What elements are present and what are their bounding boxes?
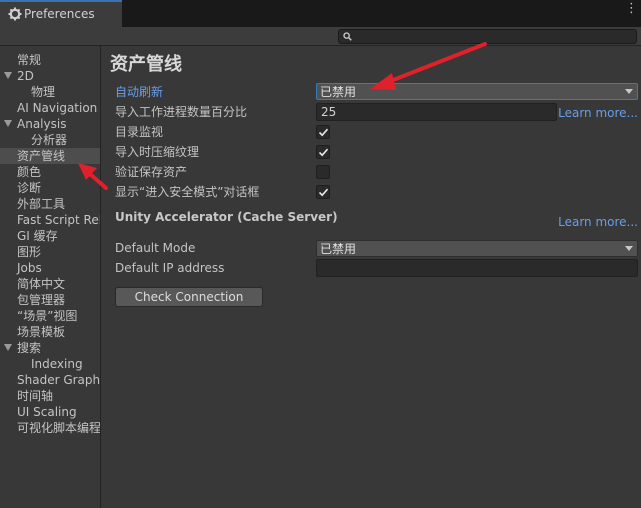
sidebar-item-label: Fast Script Reload [17, 213, 101, 227]
default-mode-label: Default Mode [115, 241, 196, 255]
expand-arrow-icon[interactable] [4, 120, 12, 127]
sidebar-item-label: 外部工具 [17, 197, 66, 211]
search-icon [343, 32, 352, 41]
import-worker-value: 25 [321, 105, 337, 119]
sidebar-item[interactable]: 资产管线 [0, 148, 100, 164]
directory-monitoring-label: 目录监视 [115, 125, 164, 139]
sidebar-item-label: 包管理器 [17, 293, 66, 307]
safe-mode-dialog-label: 显示“进入安全模式”对话框 [115, 185, 260, 199]
chevron-down-icon [625, 89, 633, 94]
checkmark-icon [318, 188, 329, 197]
chevron-down-icon [625, 246, 633, 251]
sidebar-item-label: 场景模板 [17, 325, 66, 339]
sidebar-item-label: 物理 [31, 85, 56, 99]
accelerator-learn-more-link[interactable]: Learn more... [558, 214, 638, 230]
import-worker-label: 导入工作进程数量百分比 [115, 105, 248, 119]
main-panel: 资产管线 自动刷新 已禁用 导入工作进程数量百分比 25 Learn more.… [102, 46, 641, 508]
checkmark-icon [318, 128, 329, 137]
default-ip-field[interactable] [316, 259, 638, 277]
title-bar: Preferences ⋮ [0, 0, 641, 27]
sidebar-item-label: 可视化脚本编程 [17, 421, 101, 435]
sidebar-item-label: Indexing [31, 357, 83, 371]
sidebar-item[interactable]: 时间轴 [0, 388, 100, 404]
compress-on-import-checkbox[interactable] [316, 145, 330, 159]
sidebar-item-label: Shader Graph [17, 373, 101, 387]
preferences-tab[interactable]: Preferences [0, 0, 122, 27]
sidebar-item-label: AI Navigation [17, 101, 98, 115]
verify-saving-checkbox[interactable] [316, 165, 330, 179]
accelerator-section-header: Unity Accelerator (Cache Server) [115, 210, 338, 224]
sidebar-item[interactable]: 搜索 [0, 340, 100, 356]
sidebar-item[interactable]: Indexing [0, 356, 100, 372]
sidebar-item[interactable]: Fast Script Reload [0, 212, 101, 228]
sidebar-item-label: Jobs [17, 261, 42, 275]
sidebar-item[interactable]: Analysis [0, 116, 100, 132]
toolbar [0, 27, 641, 46]
expand-arrow-icon[interactable] [4, 72, 12, 79]
sidebar-item-label: 常规 [17, 53, 42, 67]
auto-refresh-dropdown[interactable]: 已禁用 [316, 83, 638, 100]
checkmark-icon [318, 148, 329, 157]
sidebar-item-label: 诊断 [17, 181, 42, 195]
auto-refresh-label: 自动刷新 [115, 85, 164, 99]
sidebar-item-label: 图形 [17, 245, 42, 259]
safe-mode-dialog-checkbox[interactable] [316, 185, 330, 199]
sidebar-item-label: 简体中文 [17, 277, 66, 291]
sidebar-item[interactable]: 可视化脚本编程 [0, 420, 101, 436]
sidebar-item[interactable]: “场景”视图 [0, 308, 100, 324]
sidebar-item[interactable]: 2D [0, 68, 100, 84]
sidebar-item[interactable]: 物理 [0, 84, 100, 100]
sidebar-item[interactable]: 包管理器 [0, 292, 100, 308]
import-worker-learn-more-link[interactable]: Learn more... [558, 105, 638, 121]
gear-icon [8, 7, 22, 21]
compress-on-import-label: 导入时压缩纹理 [115, 145, 200, 159]
default-mode-value: 已禁用 [320, 242, 357, 256]
sidebar-item-label: Analysis [17, 117, 67, 131]
sidebar-item-label: 颜色 [17, 165, 42, 179]
more-options-icon[interactable]: ⋮ [625, 2, 638, 15]
sidebar-item[interactable]: 分析器 [0, 132, 100, 148]
sidebar-item-label: 搜索 [17, 341, 42, 355]
sidebar-item[interactable]: 诊断 [0, 180, 100, 196]
sidebar-item-label: 资产管线 [17, 149, 66, 163]
check-connection-button[interactable]: Check Connection [115, 287, 263, 307]
import-worker-field[interactable]: 25 [316, 103, 557, 121]
sidebar: 常规 2D 物理 AI Navigation Analysis 分析器资产管线颜色诊断外部… [0, 46, 101, 508]
sidebar-item-label: 2D [17, 69, 34, 83]
sidebar-item-label: GI 缓存 [17, 229, 58, 243]
default-ip-label: Default IP address [115, 261, 225, 275]
default-mode-dropdown[interactable]: 已禁用 [316, 240, 638, 257]
sidebar-item-label: 时间轴 [17, 389, 54, 403]
sidebar-item[interactable]: GI 缓存 [0, 228, 100, 244]
verify-saving-label: 验证保存资产 [115, 165, 188, 179]
expand-arrow-icon[interactable] [4, 344, 12, 351]
sidebar-item-label: UI Scaling [17, 405, 77, 419]
sidebar-item[interactable]: UI Scaling [0, 404, 100, 420]
sidebar-item[interactable]: 图形 [0, 244, 100, 260]
page-title: 资产管线 [110, 54, 182, 75]
tab-label: Preferences [24, 7, 95, 21]
sidebar-item[interactable]: 简体中文 [0, 276, 100, 292]
search-input[interactable] [338, 29, 637, 44]
sidebar-item[interactable]: 场景模板 [0, 324, 100, 340]
sidebar-item[interactable]: AI Navigation [0, 100, 100, 116]
sidebar-item[interactable]: Jobs [0, 260, 100, 276]
sidebar-item[interactable]: 颜色 [0, 164, 100, 180]
directory-monitoring-checkbox[interactable] [316, 125, 330, 139]
sidebar-item-label: “场景”视图 [17, 309, 78, 323]
sidebar-item-label: 分析器 [31, 133, 68, 147]
sidebar-item[interactable]: Shader Graph [0, 372, 101, 388]
sidebar-item[interactable]: 常规 [0, 52, 100, 68]
sidebar-item[interactable]: 外部工具 [0, 196, 100, 212]
auto-refresh-value: 已禁用 [320, 85, 357, 99]
